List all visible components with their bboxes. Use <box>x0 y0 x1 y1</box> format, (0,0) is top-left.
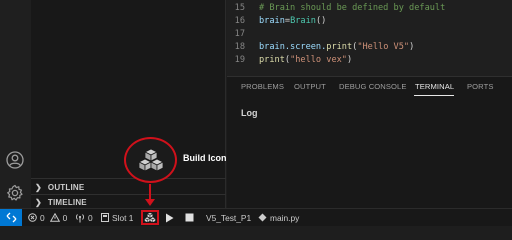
outline-label: OUTLINE <box>47 182 85 192</box>
terminal-log-label: Log <box>241 108 258 118</box>
remote-icon <box>6 212 16 223</box>
active-file-button[interactable]: main.py <box>258 209 299 226</box>
activity-bar <box>0 0 31 208</box>
chevron-right-icon: ❯ <box>35 182 42 192</box>
sidebar <box>31 0 226 208</box>
build-icon-large <box>137 148 164 172</box>
slot-icon <box>101 213 109 222</box>
build-icon-label: Build Icon <box>183 153 227 163</box>
build-icon-callout <box>124 137 177 183</box>
code-editor[interactable]: 15 # Brain should be defined by default … <box>227 0 512 76</box>
tab-problems[interactable]: PROBLEMS <box>241 82 284 91</box>
code-string: "hello vex" <box>290 54 347 65</box>
account-icon[interactable] <box>5 150 25 170</box>
timeline-section[interactable]: ❯ TIMELINE <box>35 195 87 209</box>
tab-ports[interactable]: PORTS <box>467 82 494 91</box>
build-icon <box>144 212 156 223</box>
error-icon <box>28 213 37 222</box>
build-button[interactable] <box>141 210 159 225</box>
code-variable: brain <box>259 15 285 26</box>
code-string: "Hello V5" <box>357 41 410 52</box>
timeline-label: TIMELINE <box>47 197 87 207</box>
line-number: 16 <box>234 15 245 26</box>
code-paren: () <box>315 15 327 26</box>
code-line: 19 print("hello vex") <box>227 53 353 66</box>
error-count: 0 <box>40 212 45 223</box>
code-line: 17 <box>227 27 259 40</box>
warning-icon <box>49 213 60 222</box>
slot-selector-button[interactable]: Slot 1 <box>101 209 133 226</box>
project-selector-button[interactable]: V5_Test_P1 <box>206 209 251 226</box>
code-paren: ) <box>346 54 353 65</box>
chevron-right-icon: ❯ <box>35 197 42 207</box>
line-number: 19 <box>234 54 245 65</box>
line-number: 15 <box>234 2 245 13</box>
run-button[interactable] <box>165 209 174 226</box>
settings-gear-icon[interactable] <box>5 183 25 203</box>
warning-count: 0 <box>62 212 68 223</box>
code-function: print <box>326 41 353 52</box>
code-class: Brain <box>290 15 316 26</box>
python-file-icon <box>258 213 267 222</box>
sidebar-divider <box>31 178 226 179</box>
ports-status-button[interactable]: 0 <box>75 209 93 226</box>
active-tab-indicator <box>414 95 454 96</box>
outline-section[interactable]: ❯ OUTLINE <box>35 180 84 194</box>
tab-terminal[interactable]: TERMINAL <box>415 82 454 91</box>
bottom-panel <box>227 77 512 208</box>
code-line: 18 brain.screen. print("Hello V5") <box>227 40 415 53</box>
status-bar: 0 0 0 Slot 1 V5_Test_P1 main.py <box>0 208 512 226</box>
code-paren: ) <box>409 41 415 52</box>
code-line: 16 brain = Brain() <box>227 14 327 27</box>
code-line: 15 # Brain should be defined by default <box>227 1 446 14</box>
active-file-name: main.py <box>270 212 300 223</box>
annotation-arrow-head <box>145 199 155 206</box>
code-function: print <box>259 54 285 65</box>
code-comment: # Brain should be defined by default <box>259 2 446 13</box>
play-icon <box>166 213 174 222</box>
code-object: brain.screen. <box>259 41 327 52</box>
line-number: 17 <box>234 28 245 39</box>
stop-icon <box>185 213 194 222</box>
broadcast-icon <box>76 213 84 222</box>
line-number: 18 <box>234 41 245 52</box>
project-name: V5_Test_P1 <box>206 212 252 223</box>
stop-button[interactable] <box>185 209 194 226</box>
ports-count: 0 <box>88 212 93 223</box>
problems-status-button[interactable]: 0 0 <box>28 209 67 226</box>
remote-indicator-button[interactable] <box>0 209 22 226</box>
slot-label: Slot 1 <box>112 212 134 223</box>
tab-debug-console[interactable]: DEBUG CONSOLE <box>339 82 407 91</box>
tab-output[interactable]: OUTPUT <box>294 82 326 91</box>
